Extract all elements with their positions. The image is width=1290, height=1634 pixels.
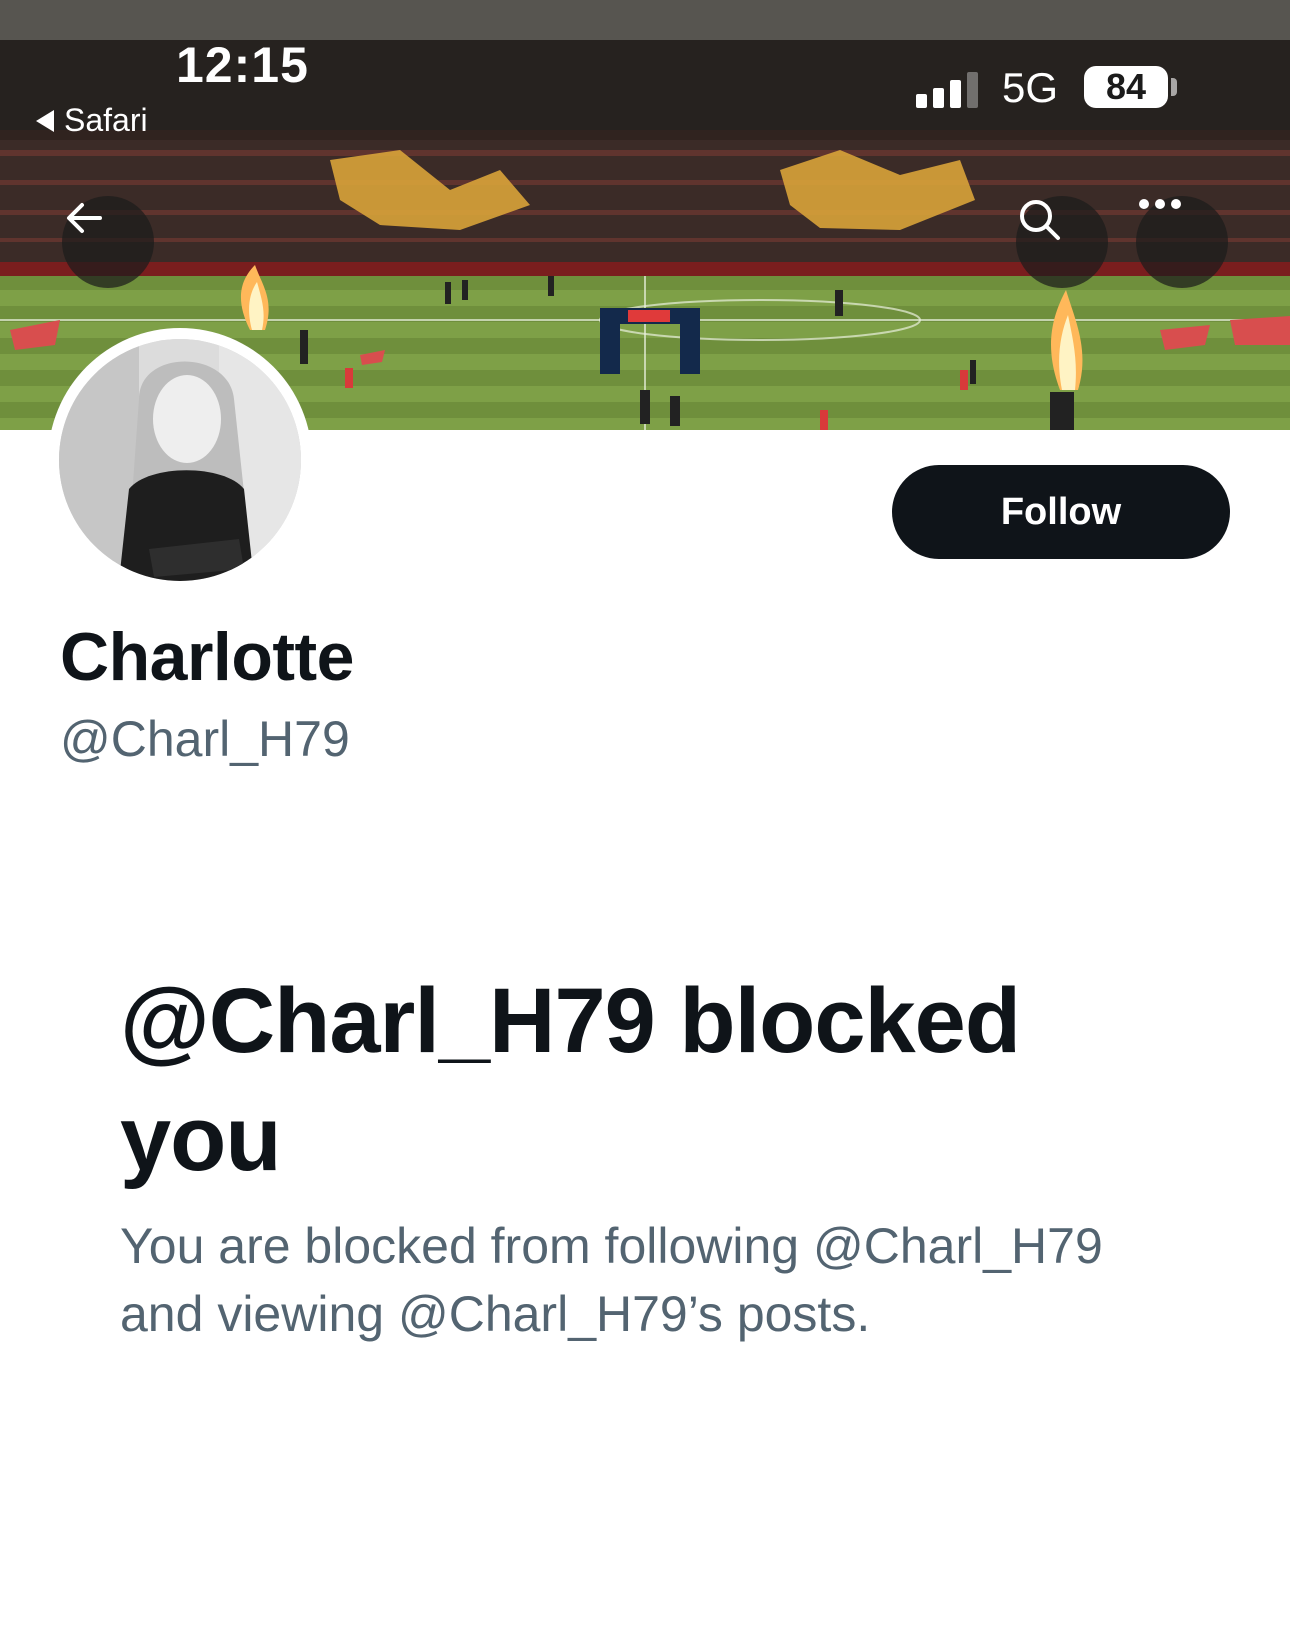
search-button[interactable]: [1016, 196, 1108, 288]
back-to-safari-link[interactable]: Safari: [36, 102, 148, 139]
back-app-label: Safari: [64, 102, 148, 138]
avatar-image: [59, 339, 301, 581]
back-triangle-icon: [36, 109, 54, 132]
avatar[interactable]: [48, 328, 312, 592]
arrow-left-icon: [67, 203, 102, 233]
battery-indicator: 84: [1084, 66, 1168, 108]
blocked-title: @Charl_H79 blocked you: [120, 970, 1021, 1190]
more-horizontal-icon: [1139, 199, 1181, 209]
search-icon: [1020, 200, 1060, 240]
follow-button[interactable]: Follow: [892, 465, 1230, 559]
status-time: 12:15: [176, 37, 309, 93]
cellular-signal-icon: [916, 72, 978, 108]
profile-handle: @Charl_H79: [60, 711, 350, 767]
profile-display-name: Charlotte: [60, 619, 354, 695]
battery-tip-icon: [1171, 78, 1177, 96]
back-button[interactable]: [62, 196, 154, 288]
more-options-button[interactable]: [1136, 196, 1228, 288]
blocked-description: You are blocked from following @Charl_H7…: [120, 1218, 1103, 1342]
network-type: 5G: [1002, 64, 1059, 111]
